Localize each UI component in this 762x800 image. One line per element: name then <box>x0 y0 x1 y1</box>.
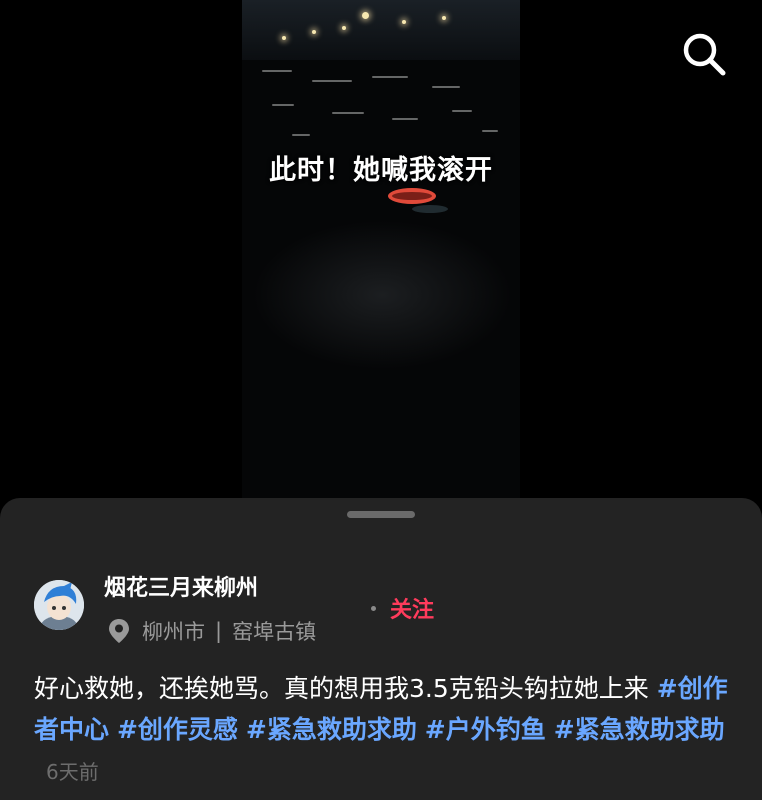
video-water-reflection <box>452 110 472 112</box>
hashtag[interactable]: #紧急救助求助 <box>554 715 725 744</box>
video-shoreline <box>242 0 520 60</box>
video-water-reflection <box>372 76 408 78</box>
video-water-reflection <box>312 80 352 82</box>
video-water-reflection <box>332 112 364 114</box>
post-timestamp: 6天前 <box>46 760 99 784</box>
video-water-reflection <box>482 130 498 132</box>
separator-dot <box>371 606 376 611</box>
location-pin-icon <box>109 619 129 643</box>
video-moon-light <box>362 12 369 19</box>
hashtag[interactable]: #创作灵感 <box>117 715 238 744</box>
hashtag[interactable]: #紧急救助求助 <box>246 715 417 744</box>
video-shore-light <box>442 16 446 20</box>
location-place: 窑埠古镇 <box>232 620 317 644</box>
username[interactable]: 烟花三月来柳州 <box>104 570 258 602</box>
video-water-reflection <box>292 134 310 136</box>
video-shore-light <box>282 36 286 40</box>
video-water-reflection <box>272 104 294 106</box>
location-separator: | <box>215 619 223 643</box>
video-water-reflection <box>392 118 418 120</box>
sheet-drag-handle[interactable] <box>347 511 415 518</box>
video-player[interactable]: 此时！她喊我滚开 <box>242 0 520 500</box>
video-flashlight-glow <box>252 220 512 370</box>
hashtag[interactable]: #户外钓鱼 <box>425 715 546 744</box>
video-life-ring <box>388 188 436 204</box>
video-water-reflection <box>262 70 292 72</box>
video-shore-light <box>312 30 316 34</box>
description-text: 好心救她，还挨她骂。真的想用我3.5克铅头钩拉她上来 <box>34 674 657 703</box>
video-ring-shadow <box>412 205 448 213</box>
follow-button[interactable]: 关注 <box>390 592 434 624</box>
post-description: 好心救她，还挨她骂。真的想用我3.5克铅头钩拉她上来 #创作者中心 #创作灵感 … <box>34 668 734 793</box>
avatar[interactable] <box>34 580 84 630</box>
video-shore-light <box>342 26 346 30</box>
search-icon[interactable] <box>680 30 728 78</box>
video-caption: 此时！她喊我滚开 <box>269 155 493 186</box>
video-water-reflection <box>432 86 460 88</box>
location-city: 柳州市 <box>142 620 205 644</box>
video-shore-light <box>402 20 406 24</box>
location-row[interactable]: 柳州市 | 窑埠古镇 <box>108 616 316 646</box>
